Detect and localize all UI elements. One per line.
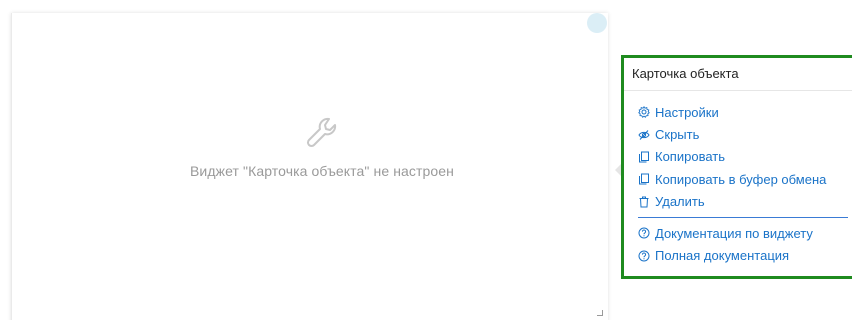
wrench-icon (306, 117, 337, 148)
menu-list: Настройки Скрыть Копировать Копировать в… (624, 91, 852, 267)
resize-handle[interactable] (597, 310, 603, 316)
menu-item-settings[interactable]: Настройки (624, 101, 852, 123)
object-card-widget: Виджет "Карточка объекта" не настроен (11, 13, 608, 320)
eye-off-icon (638, 129, 650, 140)
menu-item-copy-to-clipboard[interactable]: Копировать в буфер обмена (624, 168, 852, 190)
menu-item-label: Документация по виджету (655, 225, 813, 241)
menu-item-label: Скрыть (655, 127, 700, 143)
page-canvas: Виджет "Карточка объекта" не настроен Ка… (0, 0, 852, 320)
help-circle-icon (638, 227, 650, 239)
widget-placeholder: Виджет "Карточка объекта" не настроен (12, 113, 632, 179)
trash-icon (639, 196, 649, 208)
menu-item-label: Копировать в буфер обмена (655, 171, 827, 187)
help-circle-icon (638, 250, 650, 262)
widget-context-menu: Карточка объекта Настройки Скрыть Копиро… (621, 55, 852, 279)
placeholder-text: Виджет "Карточка объекта" не настроен (189, 163, 455, 179)
menu-divider (638, 216, 848, 218)
menu-item-widget-docs[interactable]: Документация по виджету (624, 222, 852, 244)
menu-item-copy[interactable]: Копировать (624, 146, 852, 168)
gear-icon (638, 106, 650, 119)
menu-item-label: Настройки (655, 104, 719, 120)
widget-corner-indicator (587, 13, 607, 33)
menu-title: Карточка объекта (624, 58, 852, 91)
menu-item-delete[interactable]: Удалить (624, 191, 852, 213)
copy-icon (639, 151, 649, 163)
copy-icon (639, 173, 649, 185)
menu-item-full-docs[interactable]: Полная документация (624, 244, 852, 266)
menu-item-label: Копировать (655, 149, 725, 165)
menu-item-label: Полная документация (655, 248, 790, 264)
menu-item-label: Удалить (655, 194, 705, 210)
menu-item-hide[interactable]: Скрыть (624, 123, 852, 145)
